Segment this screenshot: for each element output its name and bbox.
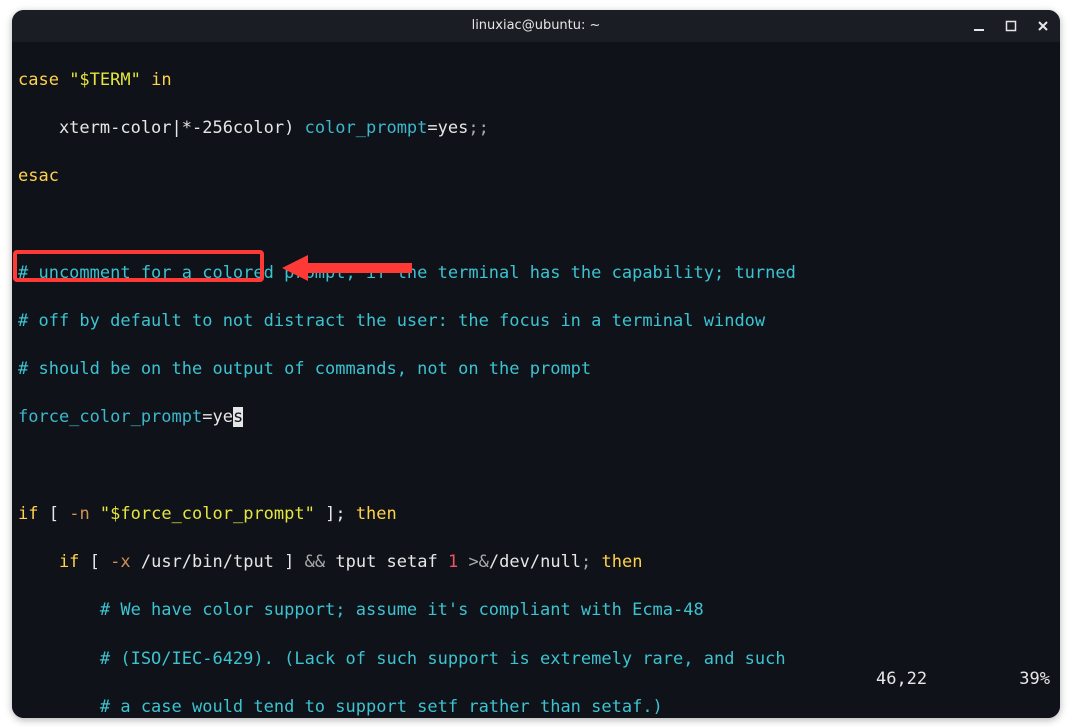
code-line: # should be on the output of commands, n…	[18, 357, 1054, 381]
code-line: esac	[18, 164, 1054, 188]
cursor: s	[233, 407, 243, 427]
code-line: if [ -n "$force_color_prompt" ]; then	[18, 502, 1054, 526]
code-line	[18, 212, 1054, 236]
code-line: # uncomment for a colored prompt, if the…	[18, 261, 1054, 285]
maximize-icon[interactable]	[1002, 17, 1020, 35]
terminal-body[interactable]: case "$TERM" in xterm-color|*-256color) …	[12, 42, 1060, 718]
window-controls	[970, 17, 1052, 35]
code-line: # off by default to not distract the use…	[18, 309, 1054, 333]
window-title: linuxiac@ubuntu: ~	[472, 18, 601, 33]
terminal-window: linuxiac@ubuntu: ~ case "$TERM" in xterm…	[12, 10, 1060, 718]
scroll-percent: 39%	[1019, 669, 1050, 689]
code-line: if [ -x /usr/bin/tput ] && tput setaf 1 …	[18, 550, 1054, 574]
titlebar: linuxiac@ubuntu: ~	[12, 10, 1060, 42]
status-bar: 46,22 39%	[815, 643, 1050, 715]
code-line: case "$TERM" in	[18, 68, 1054, 92]
minimize-icon[interactable]	[970, 17, 988, 35]
code-line	[18, 454, 1054, 478]
code-line: xterm-color|*-256color) color_prompt=yes…	[18, 116, 1054, 140]
cursor-position: 46,22	[876, 669, 927, 689]
code-line: force_color_prompt=yes	[18, 405, 1054, 429]
code-line: # We have color support; assume it's com…	[18, 598, 1054, 622]
close-icon[interactable]	[1034, 17, 1052, 35]
